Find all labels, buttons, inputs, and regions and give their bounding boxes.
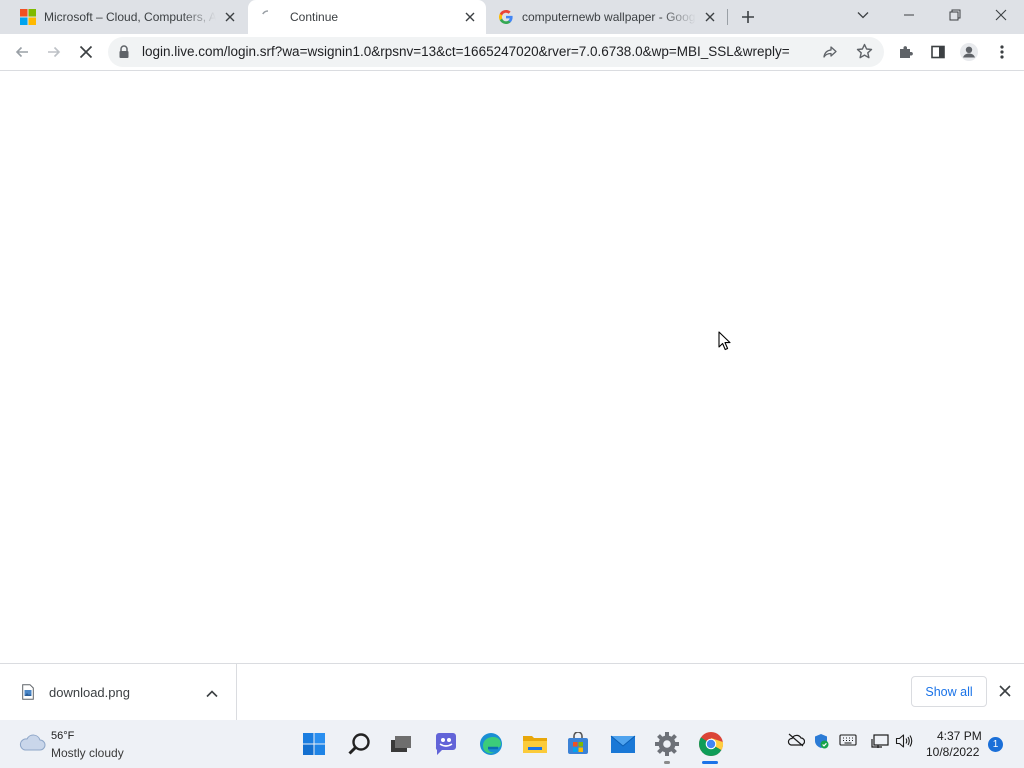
profile-button[interactable]	[955, 38, 983, 66]
file-explorer-icon[interactable]	[521, 730, 549, 758]
download-filename: download.png	[49, 685, 130, 700]
tab-separator	[727, 9, 728, 25]
tab-continue[interactable]: Continue	[248, 0, 486, 34]
tab-title: Continue	[290, 10, 339, 24]
tab-close-icon[interactable]	[222, 9, 238, 25]
settings-icon[interactable]	[653, 730, 681, 758]
tab-google-search[interactable]: computernewb wallpaper - Google Search	[486, 0, 726, 34]
minimize-button[interactable]	[886, 0, 932, 30]
tab-microsoft[interactable]: Microsoft – Cloud, Computers, Apps	[0, 0, 246, 34]
tab-close-icon[interactable]	[702, 9, 718, 25]
volume-icon[interactable]	[895, 733, 913, 754]
side-panel-button[interactable]	[924, 38, 952, 66]
restore-button[interactable]	[932, 0, 978, 30]
browser-toolbar: login.live.com/login.srf?wa=wsignin1.0&r…	[0, 34, 1024, 71]
back-button[interactable]	[8, 38, 36, 66]
onedrive-offline-icon[interactable]	[787, 733, 806, 752]
download-bar: download.png Show all	[0, 663, 1024, 720]
share-icon[interactable]	[822, 44, 838, 65]
close-download-bar-icon[interactable]	[998, 684, 1012, 703]
notification-badge[interactable]: 1	[988, 737, 1003, 752]
chrome-menu-button[interactable]	[988, 38, 1016, 66]
stop-icon	[79, 45, 93, 59]
mouse-cursor-icon	[718, 331, 732, 356]
settings-running-indicator	[664, 761, 670, 764]
cloud-icon	[19, 734, 46, 751]
show-all-button[interactable]: Show all	[911, 676, 987, 707]
plus-icon	[742, 11, 754, 23]
tab-search-button[interactable]	[840, 0, 886, 30]
taskbar: 56°F Mostly cloudy 4:37 PM 10/8/2022	[0, 720, 1024, 768]
arrow-left-icon	[15, 46, 28, 58]
store-icon[interactable]	[564, 730, 592, 758]
tab-close-icon[interactable]	[462, 9, 478, 25]
tab-title: computernewb wallpaper - Google Search	[522, 10, 696, 24]
side-panel-icon	[931, 45, 945, 59]
more-vertical-icon	[1000, 45, 1004, 59]
chat-icon[interactable]	[432, 730, 460, 758]
address-bar[interactable]: login.live.com/login.srf?wa=wsignin1.0&r…	[108, 37, 884, 67]
weather-description: Mostly cloudy	[51, 746, 124, 760]
download-item[interactable]: download.png	[0, 664, 237, 720]
chrome-active-indicator	[702, 761, 718, 764]
chrome-icon[interactable]	[697, 730, 725, 758]
clock-date[interactable]: 10/8/2022	[926, 745, 979, 759]
forward-button[interactable]	[40, 38, 68, 66]
windows-security-icon[interactable]	[813, 733, 829, 754]
keyboard-icon[interactable]	[839, 733, 857, 752]
weather-temperature: 56°F	[51, 730, 75, 742]
extensions-button[interactable]	[892, 38, 920, 66]
close-icon	[995, 9, 1007, 21]
task-view-icon[interactable]	[387, 730, 415, 758]
arrow-right-icon	[48, 46, 61, 58]
puzzle-icon	[900, 46, 913, 58]
profile-avatar-icon	[960, 43, 978, 61]
edge-icon[interactable]	[477, 730, 505, 758]
url-text: login.live.com/login.srf?wa=wsignin1.0&r…	[142, 44, 790, 59]
restore-icon	[949, 9, 961, 21]
new-tab-button[interactable]	[737, 6, 759, 28]
bookmark-star-icon[interactable]	[856, 43, 873, 65]
image-file-icon	[22, 684, 34, 705]
mail-icon[interactable]	[609, 730, 637, 758]
lock-icon[interactable]	[118, 45, 130, 64]
minimize-icon	[904, 14, 914, 16]
page-content	[0, 71, 1024, 663]
tab-title: Microsoft – Cloud, Computers, Apps	[44, 10, 216, 24]
tab-strip: Microsoft – Cloud, Computers, Apps Conti…	[0, 0, 1024, 34]
google-logo-icon	[498, 9, 514, 25]
chevron-up-icon[interactable]	[205, 686, 219, 704]
chevron-down-icon	[857, 12, 869, 19]
close-window-button[interactable]	[978, 0, 1024, 30]
stop-loading-button[interactable]	[72, 38, 100, 66]
loading-spinner-icon	[260, 9, 276, 25]
search-icon[interactable]	[345, 730, 373, 758]
microsoft-logo-icon	[20, 9, 36, 25]
clock-time[interactable]: 4:37 PM	[937, 729, 982, 743]
network-icon[interactable]	[871, 733, 889, 754]
start-icon[interactable]	[300, 730, 328, 758]
